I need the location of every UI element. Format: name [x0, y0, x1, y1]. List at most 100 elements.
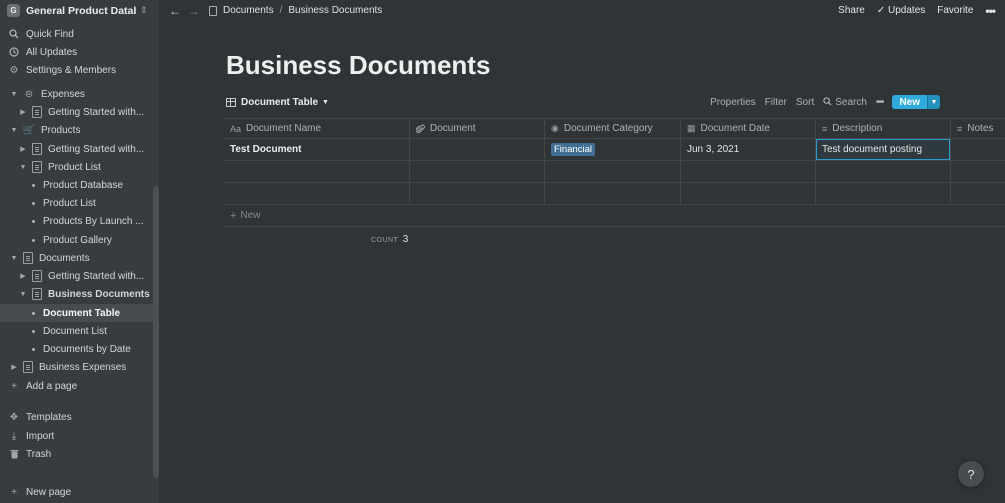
search-label: Search [835, 96, 867, 108]
triangle-down-icon[interactable]: ▼ [9, 127, 19, 134]
cell-empty[interactable] [951, 161, 1005, 182]
sidebar-item-product-database[interactable]: Product Database [0, 176, 153, 194]
triangle-right-icon[interactable]: ▶ [18, 272, 28, 280]
page-title: Business Documents [226, 50, 491, 80]
sidebar-item-expenses[interactable]: ▼ ⊜ Expenses [0, 85, 153, 103]
sidebar-all-updates[interactable]: All Updates [0, 43, 153, 61]
cell-empty[interactable] [816, 183, 951, 204]
cell-empty[interactable] [681, 161, 816, 182]
properties-button[interactable]: Properties [710, 97, 756, 108]
workspace-switcher[interactable]: G General Product Databa... ⇕ [0, 0, 159, 21]
sidebar-item-documents-by-date[interactable]: Documents by Date [0, 340, 153, 358]
sidebar-item-business-documents[interactable]: ▼ Business Documents [0, 285, 153, 303]
cell-empty[interactable] [951, 183, 1005, 204]
database-table: Aa Document Name Document ◉ Document Categ… [224, 118, 1005, 227]
cell-notes[interactable] [951, 139, 1005, 160]
triangle-right-icon[interactable]: ▶ [9, 363, 19, 371]
sidebar-item-getting-started[interactable]: ▶ Getting Started with... [0, 267, 153, 285]
sidebar-item-getting-started[interactable]: ▶ Getting Started with... [0, 140, 153, 158]
sidebar-scrollbar[interactable] [153, 186, 159, 478]
sidebar-item-documents[interactable]: ▼ Documents [0, 249, 153, 267]
breadcrumb-business-documents[interactable]: Business Documents [288, 5, 382, 16]
sidebar-item-business-expenses[interactable]: ▶ Business Expenses [0, 358, 153, 376]
sidebar-item-products[interactable]: ▼ 🛒 Products [0, 121, 153, 139]
more-options-icon[interactable]: ••• [876, 97, 884, 108]
column-label: Document Name [246, 123, 322, 134]
plus-icon: + [230, 209, 237, 222]
count-value: 3 [402, 234, 409, 245]
cell-empty[interactable] [410, 161, 545, 182]
cell-description[interactable]: Test document posting [816, 139, 951, 160]
search-button[interactable]: Search [823, 97, 867, 108]
more-icon[interactable]: ••• [985, 4, 996, 18]
column-header-document[interactable]: Document [410, 119, 545, 138]
column-header-document-date[interactable]: ▦ Document Date [681, 119, 816, 138]
sidebar-item-document-table[interactable]: Document Table [0, 304, 153, 322]
sidebar-add-page[interactable]: + Add a page [0, 377, 153, 395]
sort-button[interactable]: Sort [796, 97, 814, 108]
count-calculation[interactable]: COUNT 3 [371, 234, 408, 245]
column-header-notes[interactable]: ≡ Notes [951, 119, 1005, 138]
cell-document[interactable] [410, 139, 545, 160]
triangle-down-icon[interactable]: ▼ [9, 91, 19, 98]
document-icon [209, 5, 217, 16]
cell-document-category[interactable]: Financial [545, 139, 681, 160]
calendar-icon: ▦ [687, 123, 696, 133]
sidebar-item-products-by-launch[interactable]: Products By Launch ... [0, 212, 153, 230]
text-lines-icon: ≡ [822, 123, 828, 134]
updates-button[interactable]: ✓ Updates [877, 5, 925, 16]
page-icon [32, 288, 42, 300]
sidebar-templates[interactable]: ❖ Templates [0, 408, 153, 426]
cell-empty[interactable] [681, 183, 816, 204]
triangle-down-icon[interactable]: ▼ [9, 255, 19, 262]
triangle-right-icon[interactable]: ▶ [18, 145, 28, 153]
back-arrow-icon[interactable]: ← [169, 4, 181, 18]
select-property-icon: ◉ [551, 123, 559, 133]
sidebar-trash[interactable]: Trash [0, 445, 153, 463]
column-header-document-category[interactable]: ◉ Document Category [545, 119, 681, 138]
sidebar-quick-find[interactable]: Quick Find [0, 25, 153, 43]
view-name-label: Document Table [241, 96, 319, 108]
chevron-down-icon: ▼ [322, 98, 329, 106]
sidebar-new-page[interactable]: + New page [0, 483, 153, 501]
column-header-document-name[interactable]: Aa Document Name [224, 119, 410, 138]
triangle-down-icon[interactable]: ▼ [18, 291, 28, 298]
sidebar-item-getting-started[interactable]: ▶ Getting Started with... [0, 103, 153, 121]
sidebar-settings[interactable]: ⚙ Settings & Members [0, 61, 153, 79]
search-icon [8, 28, 20, 40]
triangle-down-icon[interactable]: ▼ [18, 164, 28, 171]
breadcrumb-documents[interactable]: Documents [223, 5, 274, 16]
bullet-icon [32, 183, 35, 187]
cell-document-name[interactable]: Test Document [224, 139, 410, 160]
sidebar-item-product-list-view[interactable]: Product List [0, 194, 153, 212]
gear-icon: ⚙ [9, 64, 19, 76]
share-button[interactable]: Share [838, 5, 865, 16]
help-button[interactable]: ? [958, 461, 984, 487]
sidebar-item-product-gallery[interactable]: Product Gallery [0, 231, 153, 249]
favorite-button[interactable]: Favorite [937, 5, 973, 16]
cell-document-date[interactable]: Jun 3, 2021 [681, 139, 816, 160]
column-header-description[interactable]: ≡ Description [816, 119, 951, 138]
cell-empty[interactable] [545, 161, 681, 182]
sidebar-item-document-list[interactable]: Document List [0, 322, 153, 340]
check-icon: ✓ [876, 5, 889, 16]
cell-empty[interactable] [224, 183, 410, 204]
add-row-button[interactable]: + New [224, 205, 1005, 227]
cell-empty[interactable] [545, 183, 681, 204]
sidebar: G General Product Databa... ⇕ Quick Find… [0, 0, 159, 503]
text-property-icon: Aa [230, 123, 242, 134]
sidebar-import[interactable]: ⤓ Import [0, 427, 153, 445]
new-button[interactable]: New [892, 95, 927, 109]
chevron-down-icon[interactable]: ▼ [927, 95, 940, 109]
cell-empty[interactable] [816, 161, 951, 182]
cell-empty[interactable] [410, 183, 545, 204]
cart-icon: 🛒 [22, 124, 36, 136]
view-selector[interactable]: Document Table ▼ [226, 97, 329, 108]
filter-button[interactable]: Filter [765, 97, 787, 108]
triangle-right-icon[interactable]: ▶ [18, 108, 28, 116]
workspace-name: General Product Databa... [26, 4, 136, 17]
sidebar-item-product-list[interactable]: ▼ Product List [0, 158, 153, 176]
forward-arrow-icon[interactable]: → [188, 4, 200, 18]
cell-empty[interactable] [224, 161, 410, 182]
page-icon [32, 106, 42, 118]
